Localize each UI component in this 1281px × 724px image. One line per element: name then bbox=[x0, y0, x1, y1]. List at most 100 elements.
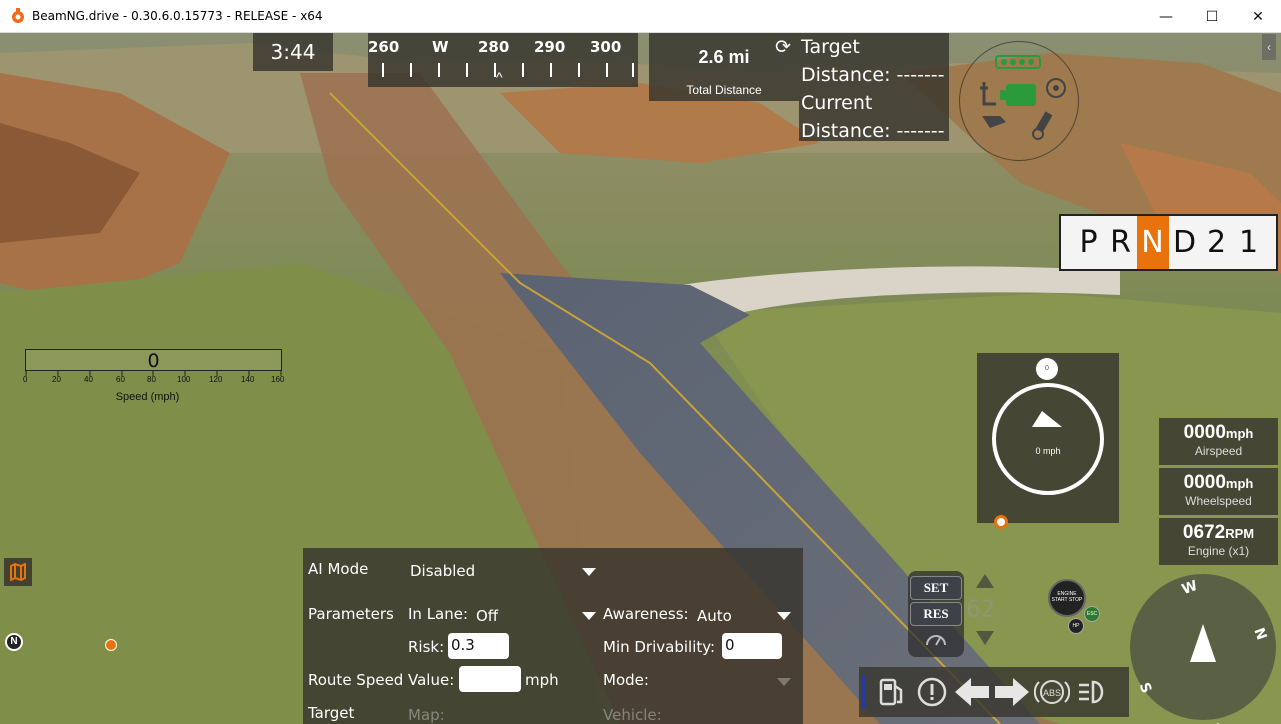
route-speed-input[interactable] bbox=[459, 666, 521, 692]
airspeed-value: 0000 bbox=[1183, 422, 1226, 443]
minimize-button[interactable]: — bbox=[1143, 0, 1189, 33]
in-lane-dropdown-icon[interactable] bbox=[582, 612, 596, 620]
target-line-2: Distance: ------- bbox=[801, 64, 945, 86]
fuel-pump-icon bbox=[872, 672, 912, 712]
turn-left-icon bbox=[952, 672, 992, 712]
map-label: Map: bbox=[408, 706, 445, 724]
mode-dropdown-icon[interactable] bbox=[777, 678, 791, 686]
speed-tick-label: 160 bbox=[271, 375, 285, 384]
engine-icon bbox=[980, 55, 1066, 140]
heading-ticks bbox=[368, 61, 638, 81]
mph-label: mph bbox=[525, 671, 559, 689]
speed-bar-title: Speed (mph) bbox=[115, 391, 180, 403]
gear-selector: P R N D 2 1 bbox=[1059, 214, 1278, 271]
speed-tick-label: 60 bbox=[116, 375, 125, 384]
heading-caret: ^ bbox=[496, 69, 503, 85]
parameters-label: Parameters bbox=[308, 605, 394, 623]
cruise-control: SET RES 62 bbox=[908, 571, 998, 657]
airspeed-unit: mph bbox=[1225, 426, 1254, 441]
refresh-icon[interactable]: ⟳ bbox=[775, 33, 791, 61]
compass-south: S bbox=[1135, 680, 1155, 696]
esc-toggle-icon[interactable]: ESC bbox=[1084, 606, 1100, 622]
window-controls: — ☐ ✕ bbox=[1143, 0, 1281, 33]
gear-d: D bbox=[1172, 225, 1197, 260]
wheelspeed-unit: mph bbox=[1225, 476, 1254, 491]
gear-n: N bbox=[1136, 216, 1169, 269]
engine-rpm-label: Engine (x1) bbox=[1187, 544, 1250, 558]
turn-right-icon bbox=[992, 672, 1032, 712]
cruise-set-button[interactable]: SET bbox=[910, 576, 962, 600]
navigation-speed: 0 mph bbox=[1035, 446, 1061, 456]
value-label: Value: bbox=[408, 671, 455, 689]
player-position-marker bbox=[105, 639, 117, 651]
cruise-speedometer-icon[interactable] bbox=[924, 629, 948, 649]
minimap-north-icon[interactable]: N bbox=[5, 633, 23, 651]
speed-tick-label: 100 bbox=[177, 375, 191, 384]
risk-input[interactable]: 0.3 bbox=[448, 633, 509, 659]
beamng-logo-icon bbox=[12, 8, 24, 23]
fuel-level-bar bbox=[861, 675, 866, 709]
engine-rpm-value: 0672 bbox=[1182, 522, 1226, 543]
handbrake-power-icon[interactable]: HP bbox=[1068, 618, 1084, 634]
target-line-3: Current bbox=[801, 92, 873, 114]
awareness-label: Awareness: bbox=[603, 605, 689, 623]
compass-north: N bbox=[1250, 625, 1270, 643]
side-menu-tab[interactable]: ‹ bbox=[1262, 34, 1276, 60]
speed-tick-label: 40 bbox=[84, 375, 93, 384]
in-lane-label: In Lane: bbox=[408, 605, 469, 623]
navigation-knob: 0 bbox=[1036, 358, 1058, 380]
window-title: BeamNG.drive - 0.30.6.0.15773 - RELEASE … bbox=[32, 9, 323, 23]
abs-icon: ABS bbox=[1032, 672, 1072, 712]
min-drivability-label: Min Drivability: bbox=[603, 638, 716, 656]
gear-2: 2 bbox=[1206, 225, 1227, 260]
dashboard-indicators: ABS bbox=[859, 667, 1129, 717]
target-distance-panel: ⟳ Target Distance: ------- Current Dista… bbox=[771, 33, 949, 142]
heading-label: W bbox=[432, 38, 449, 56]
wheelspeed-value: 0000 bbox=[1183, 472, 1226, 493]
target-line-1: Target bbox=[801, 36, 860, 58]
ai-control-panel: AI Mode Disabled Parameters In Lane: Off… bbox=[303, 548, 803, 724]
navigation-arrow-icon bbox=[1032, 411, 1062, 427]
warning-icon bbox=[912, 672, 952, 712]
engine-start-stop-button[interactable]: ENGINE START STOP bbox=[1048, 579, 1086, 617]
min-drivability-input[interactable]: 0 bbox=[722, 633, 782, 659]
cruise-speed-display: 62 bbox=[966, 595, 995, 623]
map-button[interactable] bbox=[4, 558, 32, 586]
target-line-4: Distance: ------- bbox=[801, 120, 945, 142]
ai-mode-label: AI Mode bbox=[308, 560, 369, 578]
navigation-gauge: 0 0 mph bbox=[977, 353, 1119, 529]
ai-mode-select[interactable]: Disabled bbox=[410, 562, 475, 580]
heading-label: 300 bbox=[590, 38, 622, 56]
compass-heading-arrow-icon bbox=[1190, 624, 1216, 662]
in-lane-select[interactable]: Off bbox=[476, 607, 498, 625]
headlight-icon bbox=[1072, 672, 1112, 712]
navigation-ring bbox=[992, 383, 1104, 495]
speed-tick-label: 120 bbox=[209, 375, 223, 384]
engine-rpm-unit: RPM bbox=[1225, 526, 1255, 541]
risk-label: Risk: bbox=[408, 638, 445, 656]
speed-bar-value: 0 bbox=[25, 349, 282, 372]
cruise-up-icon[interactable] bbox=[976, 574, 994, 588]
ai-mode-dropdown-icon[interactable] bbox=[582, 568, 596, 576]
target-label: Target bbox=[308, 704, 355, 722]
speed-tick-label: 0 bbox=[23, 375, 28, 384]
gear-r: R bbox=[1110, 225, 1131, 260]
wheelspeed-label: Wheelspeed bbox=[1185, 494, 1252, 508]
awareness-dropdown-icon[interactable] bbox=[777, 612, 791, 620]
compass-west: W bbox=[1179, 577, 1200, 599]
game-viewport[interactable]: 3:44 260 W 280 290 300 ^ 2.6 mi Total Di… bbox=[0, 33, 1281, 724]
speed-bar-gauge: 0 0 20 40 60 80 100 120 140 160 Speed (m… bbox=[23, 349, 285, 409]
heading-label: 260 bbox=[368, 38, 400, 56]
cruise-resume-button[interactable]: RES bbox=[910, 602, 962, 626]
airspeed-label: Airspeed bbox=[1194, 444, 1243, 458]
engine-rpm-stat: 0672RPM Engine (x1) bbox=[1159, 518, 1278, 565]
airspeed-stat: 0000mph Airspeed bbox=[1159, 418, 1278, 465]
close-button[interactable]: ✕ bbox=[1235, 0, 1281, 33]
window-titlebar: BeamNG.drive - 0.30.6.0.15773 - RELEASE … bbox=[0, 0, 1281, 33]
maximize-button[interactable]: ☐ bbox=[1189, 0, 1235, 33]
map-icon bbox=[10, 563, 26, 581]
svg-text:ABS: ABS bbox=[1043, 688, 1061, 698]
awareness-select[interactable]: Auto bbox=[697, 607, 732, 625]
cruise-down-icon[interactable] bbox=[976, 631, 994, 645]
heading-strip: 260 W 280 290 300 ^ bbox=[368, 33, 638, 87]
